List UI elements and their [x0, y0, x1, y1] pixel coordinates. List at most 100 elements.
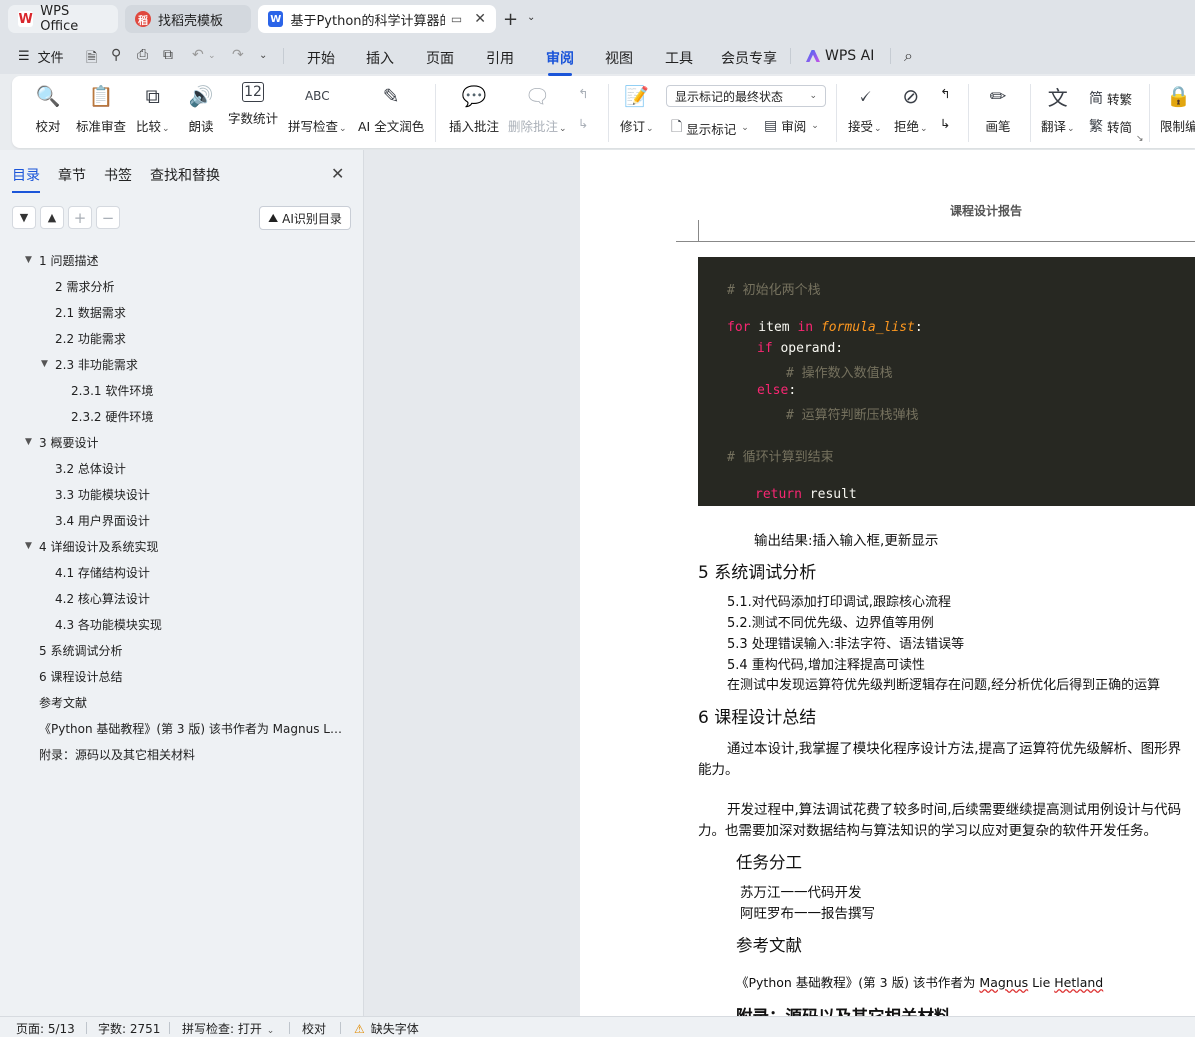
- word-count-button[interactable]: 12 字数统计: [228, 82, 278, 127]
- expand-all-button[interactable]: ▼: [12, 206, 36, 229]
- file-menu[interactable]: ☰ 文件: [18, 47, 64, 66]
- demote-heading-button[interactable]: −: [96, 206, 120, 229]
- missing-font-status[interactable]: ⚠ 缺失字体: [354, 1020, 419, 1037]
- menu-page[interactable]: 页面: [426, 48, 454, 68]
- delete-comment-button[interactable]: 🗨 删除批注⌄: [508, 82, 567, 135]
- markup-state-select[interactable]: 显示标记的最终状态 ⌄: [666, 85, 826, 107]
- undo-icon[interactable]: ↶: [192, 47, 204, 63]
- to-traditional-button[interactable]: 简 转繁: [1089, 88, 1132, 108]
- expand-group-icon[interactable]: ↘: [1136, 134, 1144, 144]
- redo-icon[interactable]: ↷: [232, 47, 244, 63]
- customize-dropdown-icon[interactable]: ⌄: [259, 50, 267, 61]
- ai-polish-button[interactable]: ✎ AI 全文润色: [358, 82, 424, 135]
- print-preview-icon[interactable]: ⧉: [163, 47, 173, 63]
- toc-item[interactable]: 2.1 数据需求: [55, 304, 126, 321]
- to-simplified-button[interactable]: 繁 转简: [1089, 116, 1132, 136]
- toc-item[interactable]: 4.2 核心算法设计: [55, 590, 150, 607]
- print-icon[interactable]: ⎙: [137, 47, 148, 63]
- toc-item[interactable]: 4 详细设计及系统实现: [39, 538, 158, 555]
- wps-ai-button[interactable]: WPS AI: [806, 48, 874, 64]
- toc-item[interactable]: 1 问题描述: [39, 252, 98, 269]
- close-tab-icon[interactable]: ✕: [474, 11, 486, 27]
- show-markup-button[interactable]: 🗋 显示标记 ⌄: [671, 116, 749, 140]
- document-page[interactable]: 课程设计报告 # 初始化两个栈 for item in formula_list…: [580, 150, 1195, 1016]
- collapse-arrow-icon[interactable]: ▼: [25, 255, 32, 265]
- heading-section-6: 6 课程设计总结: [698, 708, 817, 728]
- read-aloud-button[interactable]: 🔊 朗读: [187, 82, 215, 135]
- spell-check-status[interactable]: 拼写检查: 打开 ⌄: [182, 1020, 274, 1037]
- compare-button[interactable]: ⧉ 比较⌄: [136, 82, 170, 135]
- toc-item[interactable]: 参考文献: [39, 694, 87, 711]
- menu-membership[interactable]: 会员专享: [721, 48, 777, 68]
- tab-wps-office[interactable]: W WPS Office: [8, 4, 118, 34]
- toc-item[interactable]: 附录：源码以及其它相关材料: [39, 746, 195, 763]
- insert-comment-button[interactable]: 💬 插入批注: [449, 82, 499, 135]
- page-indicator[interactable]: 页面: 5/13: [16, 1020, 75, 1037]
- toc-item[interactable]: 2.3 非功能需求: [55, 356, 138, 373]
- compare-label: 比较⌄: [136, 119, 170, 134]
- word-count-indicator[interactable]: 字数: 2751: [98, 1020, 160, 1037]
- prev-comment-icon[interactable]: ↰: [578, 86, 588, 101]
- tab-chapters[interactable]: 章节: [58, 165, 86, 193]
- toc-item[interactable]: 2.2 功能需求: [55, 330, 126, 347]
- spell-check-button[interactable]: ABC 拼写检查⌄: [288, 82, 347, 135]
- toc-item[interactable]: 4.3 各功能模块实现: [55, 616, 162, 633]
- save-icon[interactable]: 🗎: [86, 47, 97, 71]
- menu-view[interactable]: 视图: [605, 48, 633, 68]
- chevron-down-icon[interactable]: ⌄: [527, 12, 535, 23]
- standard-review-label: 标准审查: [76, 119, 127, 134]
- menu-reference[interactable]: 引用: [486, 48, 514, 68]
- search-icon[interactable]: ⌕: [904, 46, 913, 66]
- close-icon[interactable]: ✕: [331, 164, 344, 183]
- monitor-icon[interactable]: ▭: [451, 12, 462, 26]
- tab-document[interactable]: W 基于Python的科学计算器的实 ▭ ✕: [258, 5, 496, 33]
- wps-ai-label: WPS AI: [825, 48, 875, 64]
- restrict-edit-button[interactable]: 🔒 限制编: [1160, 82, 1195, 135]
- tab-find-template[interactable]: 稻 找稻壳模板: [125, 5, 251, 33]
- proofread-status[interactable]: 校对: [302, 1020, 326, 1037]
- toc-item[interactable]: 3 概要设计: [39, 434, 98, 451]
- toc-item[interactable]: 2.3.1 软件环境: [71, 382, 153, 399]
- code-line: else:: [757, 383, 797, 398]
- toc-item[interactable]: 3.2 总体设计: [55, 460, 126, 477]
- standard-review-button[interactable]: 📋 标准审查: [76, 82, 126, 135]
- toc-item[interactable]: 3.3 功能模块设计: [55, 486, 150, 503]
- accept-button[interactable]: 🗸 接受⌄: [848, 82, 882, 135]
- collapse-arrow-icon[interactable]: ▼: [25, 541, 32, 551]
- review-pane-button[interactable]: ▤ 审阅 ⌄: [764, 116, 819, 135]
- toc-item[interactable]: 《Python 基础教程》(第 3 版) 该书作者为 Magnus Lie He…: [39, 720, 345, 737]
- toc-item[interactable]: 4.1 存储结构设计: [55, 564, 150, 581]
- prev-change-icon[interactable]: ↰: [940, 86, 950, 101]
- collapse-arrow-icon[interactable]: ▼: [41, 359, 48, 369]
- list-item: 5.3 处理错误输入:非法字符、语法错误等: [727, 637, 965, 652]
- share-icon[interactable]: ⚲: [111, 47, 121, 63]
- document-area[interactable]: 课程设计报告 # 初始化两个栈 for item in formula_list…: [364, 150, 1195, 1016]
- proofread-button[interactable]: 🔍 校对: [34, 82, 62, 135]
- ai-identify-toc-button[interactable]: ⛰ AI识别目录: [259, 206, 351, 230]
- promote-heading-button[interactable]: +: [68, 206, 92, 229]
- menu-tools[interactable]: 工具: [665, 48, 693, 68]
- toc-item[interactable]: 2.3.2 硬件环境: [71, 408, 153, 425]
- tab-toc[interactable]: 目录: [12, 165, 40, 193]
- toc-item[interactable]: 3.4 用户界面设计: [55, 512, 150, 529]
- new-tab-icon[interactable]: +: [503, 9, 518, 30]
- tab-find-replace[interactable]: 查找和替换: [150, 165, 220, 193]
- translate-button[interactable]: 文 翻译⌄: [1041, 82, 1075, 135]
- collapse-arrow-icon[interactable]: ▼: [25, 437, 32, 447]
- toc-item[interactable]: 6 课程设计总结: [39, 668, 122, 685]
- tab-bookmarks[interactable]: 书签: [104, 165, 132, 193]
- toc-item[interactable]: 5 系统调试分析: [39, 642, 122, 659]
- toc-item[interactable]: 2 需求分析: [55, 278, 114, 295]
- proofread-icon: 🔍: [35, 84, 61, 108]
- reject-button[interactable]: ⊘ 拒绝⌄: [894, 82, 928, 135]
- undo-dropdown-icon[interactable]: ⌄: [208, 51, 216, 61]
- next-comment-icon[interactable]: ↳: [578, 116, 588, 131]
- pen-button[interactable]: ✏ 画笔: [984, 82, 1012, 135]
- heading-appendix: 附录：源码以及其它相关材料: [736, 1003, 951, 1016]
- menu-review[interactable]: 审阅: [546, 48, 574, 76]
- menu-start[interactable]: 开始: [307, 48, 335, 68]
- collapse-all-button[interactable]: ▲: [40, 206, 64, 229]
- track-changes-button[interactable]: 📝 修订⌄: [620, 82, 654, 135]
- menu-insert[interactable]: 插入: [366, 48, 394, 68]
- next-change-icon[interactable]: ↳: [940, 116, 950, 131]
